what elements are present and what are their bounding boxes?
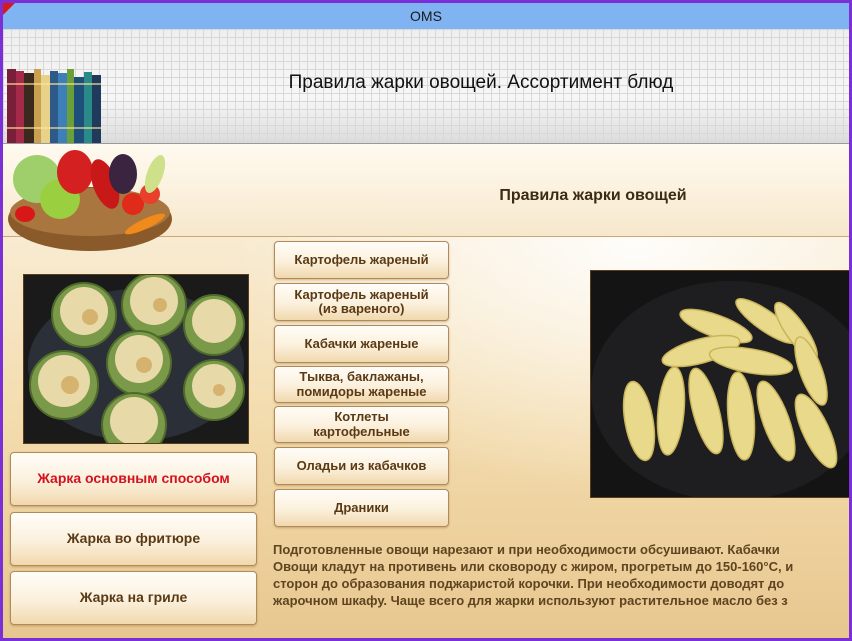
nav-deep-fry-button[interactable]: Жарка во фритюре — [10, 512, 257, 566]
dish-label: Картофель жареный — [294, 251, 429, 267]
dish-label: Картофель жареный — [294, 286, 429, 302]
dish-label-2: картофельные — [313, 423, 410, 439]
vegetable-basket-image — [8, 150, 172, 251]
dish-label: Кабачки жареные — [304, 335, 419, 351]
zucchini-image — [24, 275, 248, 443]
window-title: OMS — [410, 8, 442, 24]
app-corner-icon — [3, 3, 15, 15]
fried-potatoes-photo — [590, 270, 849, 498]
section-title: Правила жарки овощей — [499, 187, 687, 204]
dish-zucchini-fritters-button[interactable]: Оладьи из кабачков — [274, 447, 449, 485]
description-line: Овощи кладут на противень или сковороду … — [273, 559, 794, 574]
description-line: сторон до образования поджаристой корочк… — [273, 576, 785, 591]
dish-label-2: (из вареного) — [318, 301, 405, 316]
dish-pumpkin-eggplant-button[interactable]: Тыква, баклажаны, помидоры жареные — [274, 366, 449, 403]
nav-grill-label: Жарка на гриле — [79, 589, 188, 606]
dish-label-2: помидоры жареные — [296, 383, 427, 399]
dish-fried-potatoes-button[interactable]: Картофель жареный — [274, 241, 449, 279]
zucchini-photo — [23, 274, 249, 444]
nav-deep-fry-label: Жарка во фритюре — [66, 530, 201, 547]
dish-fried-potatoes-boiled-button[interactable]: Картофель жареный (из вареного) — [274, 283, 449, 321]
dish-potato-cutlets-button[interactable]: Котлеты картофельные — [274, 406, 449, 443]
page-title: Правила жарки овощей. Ассортимент блюд — [288, 72, 674, 93]
nav-fry-basic-label: Жарка основным способом — [37, 470, 230, 487]
app-window: OMS Правила жарки овощей. Ассортимент бл… — [0, 0, 852, 641]
dish-label: Драники — [334, 499, 389, 515]
dish-fried-zucchini-button[interactable]: Кабачки жареные — [274, 325, 449, 363]
fried-potatoes-image — [591, 271, 849, 497]
dish-draniki-button[interactable]: Драники — [274, 489, 449, 527]
window-titlebar[interactable]: OMS — [3, 3, 849, 29]
dish-label: Котлеты — [334, 409, 389, 425]
page-header: Правила жарки овощей. Ассортимент блюд — [3, 29, 849, 144]
content-area: Правила жарки овощей Жарка основным спос… — [3, 144, 849, 638]
description-text: Подготовленные овощи нарезают и при необ… — [273, 541, 849, 609]
description-line: жарочном шкафу. Чаще всего для жарки исп… — [273, 593, 788, 608]
description-line: Подготовленные овощи нарезают и при необ… — [273, 542, 780, 557]
books-icon — [7, 69, 101, 143]
dish-label: Тыква, баклажаны, — [299, 369, 424, 385]
dish-label: Оладьи из кабачков — [296, 457, 427, 473]
nav-fry-basic-button[interactable]: Жарка основным способом — [10, 452, 257, 506]
nav-grill-button[interactable]: Жарка на гриле — [10, 571, 257, 625]
